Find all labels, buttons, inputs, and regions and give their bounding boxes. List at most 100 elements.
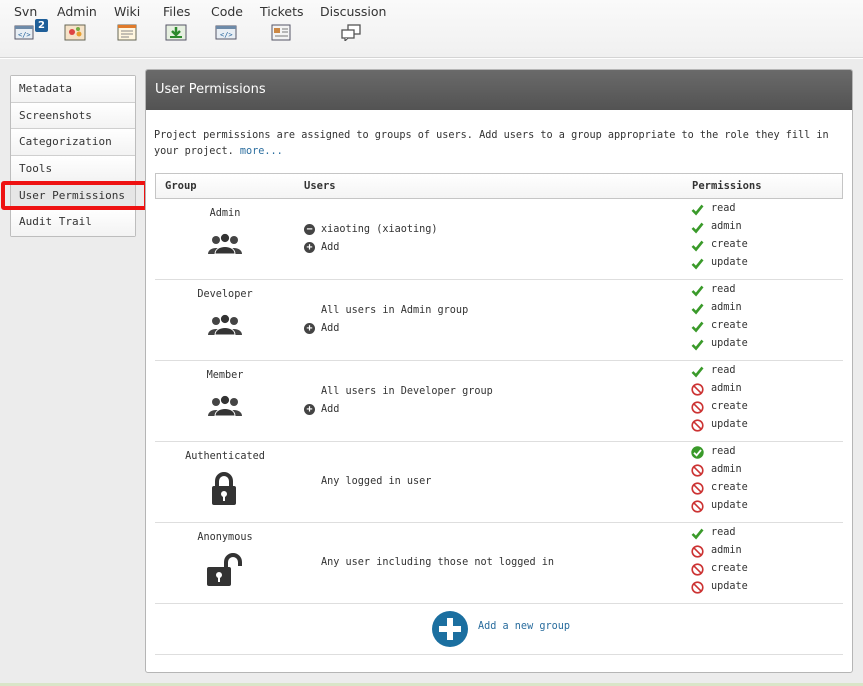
denied-icon[interactable]	[691, 419, 704, 432]
group-name: Admin	[209, 208, 241, 219]
check-icon[interactable]	[691, 320, 704, 333]
group-users: − xiaoting (xiaoting) + Add	[303, 221, 438, 257]
padlock-locked-icon	[211, 472, 237, 510]
permission-label: admin	[711, 302, 742, 313]
user-entry-text[interactable]: Add	[321, 242, 339, 253]
admin-sidebar: Metadata Screenshots Categorization Tool…	[10, 75, 136, 238]
add-user-link[interactable]: + Add	[303, 320, 468, 338]
permission-read[interactable]: read	[691, 524, 748, 542]
column-header-users: Users	[304, 180, 336, 192]
permission-create[interactable]: create	[691, 236, 748, 254]
users-group-icon	[207, 232, 243, 259]
user-entry-text[interactable]: Add	[321, 404, 339, 415]
add-circle-icon[interactable]	[432, 611, 468, 647]
permission-admin[interactable]: admin	[691, 299, 748, 317]
tool-tickets-label: Tickets	[260, 4, 304, 19]
add-user-link[interactable]: + Add	[303, 401, 493, 419]
check-icon[interactable]	[691, 446, 704, 459]
permission-label: update	[711, 257, 748, 268]
permission-read[interactable]: read	[691, 200, 748, 218]
check-icon[interactable]	[691, 221, 704, 234]
remove-circle-icon[interactable]: −	[304, 224, 315, 235]
check-icon[interactable]	[691, 338, 704, 351]
permission-read[interactable]: read	[691, 281, 748, 299]
check-icon[interactable]	[691, 239, 704, 252]
group-permissions: read admin create update	[691, 281, 748, 353]
check-icon[interactable]	[691, 203, 704, 216]
denied-icon[interactable]	[691, 581, 704, 594]
denied-icon[interactable]	[691, 545, 704, 558]
permission-admin[interactable]: admin	[691, 380, 748, 398]
group-users-text: Any user including those not logged in	[303, 554, 554, 572]
permission-label: update	[711, 581, 748, 592]
permission-admin[interactable]: admin	[691, 461, 748, 479]
tool-files[interactable]: Files	[163, 4, 191, 41]
svn-badge: 2	[35, 19, 48, 32]
denied-icon[interactable]	[691, 500, 704, 513]
denied-icon[interactable]	[691, 482, 704, 495]
tool-files-label: Files	[163, 4, 191, 19]
user-entry-text: Any logged in user	[321, 476, 432, 487]
denied-icon[interactable]	[691, 383, 704, 396]
tool-discussion-label: Discussion	[320, 4, 387, 19]
sidebar-item-audit-trail[interactable]: Audit Trail	[11, 209, 135, 237]
permission-create[interactable]: create	[691, 398, 748, 416]
svg-text:</>: </>	[18, 31, 31, 39]
column-header-permissions: Permissions	[692, 180, 762, 192]
check-icon[interactable]	[691, 302, 704, 315]
more-link[interactable]: more...	[240, 146, 283, 157]
tool-admin-label: Admin	[57, 4, 97, 19]
tool-wiki[interactable]: Wiki	[114, 4, 140, 41]
tool-svn[interactable]: Svn </> 2	[14, 4, 48, 41]
permission-admin[interactable]: admin	[691, 542, 748, 560]
tool-navbar: Svn </> 2 Admin Wiki Files Code </> Tick…	[0, 0, 863, 58]
add-user-link[interactable]: + Add	[303, 239, 438, 257]
tool-svn-label: Svn	[14, 4, 38, 19]
tool-admin[interactable]: Admin	[57, 4, 97, 41]
tool-discussion[interactable]: Discussion	[320, 4, 387, 43]
permission-label: read	[711, 284, 736, 295]
check-icon[interactable]	[691, 257, 704, 270]
permission-update[interactable]: update	[691, 578, 748, 596]
denied-icon[interactable]	[691, 464, 704, 477]
check-icon[interactable]	[691, 365, 704, 378]
permission-admin[interactable]: admin	[691, 218, 748, 236]
tool-code[interactable]: Code </>	[211, 4, 243, 41]
permission-label: read	[711, 365, 736, 376]
permission-create[interactable]: create	[691, 560, 748, 578]
code-icon: </>	[215, 23, 237, 41]
group-users-text: Any logged in user	[303, 473, 431, 491]
group-member[interactable]: − xiaoting (xiaoting)	[303, 221, 438, 239]
add-circle-icon[interactable]: +	[304, 404, 315, 415]
denied-icon[interactable]	[691, 401, 704, 414]
check-icon[interactable]	[691, 527, 704, 540]
permission-label: create	[711, 239, 748, 250]
denied-icon[interactable]	[691, 563, 704, 576]
sidebar-item-user-permissions[interactable]: User Permissions	[11, 182, 135, 210]
add-circle-icon[interactable]: +	[304, 323, 315, 334]
user-entry-text[interactable]: Add	[321, 323, 339, 334]
tool-tickets[interactable]: Tickets	[260, 4, 304, 41]
permission-update[interactable]: update	[691, 254, 748, 272]
sidebar-item-categorization[interactable]: Categorization	[11, 129, 135, 157]
svn-icon: </> 2	[14, 19, 48, 41]
permission-create[interactable]: create	[691, 317, 748, 335]
check-icon[interactable]	[691, 284, 704, 297]
permission-read[interactable]: read	[691, 362, 748, 380]
add-new-group-label[interactable]: Add a new group	[478, 621, 570, 632]
permission-create[interactable]: create	[691, 479, 748, 497]
users-group-icon	[207, 394, 243, 421]
permission-update[interactable]: update	[691, 497, 748, 515]
permission-read[interactable]: read	[691, 443, 748, 461]
table-bottom-divider	[155, 654, 843, 655]
table-row: Authenticated Any logged in user read admin…	[155, 442, 843, 523]
add-circle-icon[interactable]: +	[304, 242, 315, 253]
permission-update[interactable]: update	[691, 416, 748, 434]
column-header-group: Group	[165, 180, 197, 192]
sidebar-item-tools[interactable]: Tools	[11, 156, 135, 183]
sidebar-item-metadata[interactable]: Metadata	[11, 76, 135, 103]
group-users: All users in Admin group + Add	[303, 302, 468, 338]
sidebar-item-screenshots[interactable]: Screenshots	[11, 102, 135, 130]
permission-update[interactable]: update	[691, 335, 748, 353]
table-row: Member All users in Developer group + Add re…	[155, 361, 843, 442]
